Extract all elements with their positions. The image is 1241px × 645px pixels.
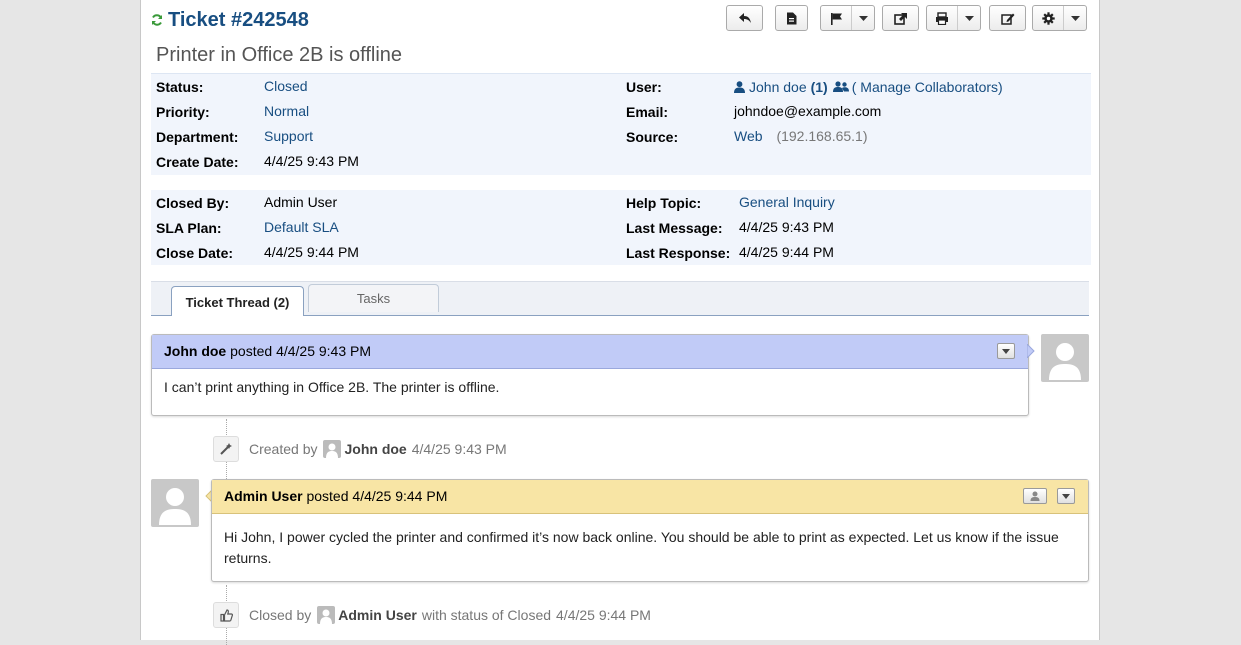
email-value: johndoe@example.com (734, 103, 882, 119)
user-avatar (1041, 334, 1089, 382)
last-response-value: 4/4/25 9:44 PM (739, 244, 834, 260)
closed-by-value: Admin User (264, 194, 338, 210)
title-row: Ticket #242548 (151, 6, 309, 34)
ticket-subject: Printer in Office 2B is offline (156, 44, 403, 66)
event-created-time: 4/4/25 9:43 PM (411, 441, 507, 457)
print-button[interactable] (926, 5, 981, 31)
manage-collaborators-link[interactable]: ( Manage Collaborators) (852, 76, 1003, 98)
caret-down-icon (1002, 349, 1010, 354)
department-label: Department: (156, 129, 239, 145)
last-message-label: Last Message: (626, 220, 723, 236)
magic-wand-icon (213, 436, 239, 462)
thumbs-up-icon (213, 602, 239, 628)
event-closed-who: Admin User (338, 607, 417, 623)
user-icon (1030, 491, 1040, 501)
response-time: 4/4/25 9:44 PM (352, 488, 448, 504)
caret-down-icon (1062, 494, 1070, 499)
message-time: 4/4/25 9:43 PM (276, 343, 372, 359)
email-label: Email: (626, 104, 669, 120)
response-posted: posted (306, 488, 349, 504)
closed-by-label: Closed By: (156, 195, 230, 211)
user-count: (1) (810, 79, 828, 95)
users-icon[interactable] (832, 81, 849, 93)
event-created: Created by John doe 4/4/25 9:43 PM (213, 435, 507, 463)
ticket-info-panel: Status: Closed Priority: Normal Departme… (151, 73, 1091, 175)
caret-down-icon (964, 15, 974, 21)
tab-tasks[interactable]: Tasks (308, 284, 439, 312)
user-link[interactable]: John doe (749, 76, 807, 98)
status-label: Status: (156, 79, 204, 95)
create-date-label: Create Date: (156, 154, 239, 170)
flag-icon (830, 12, 842, 25)
response-author: Admin User (224, 488, 303, 504)
message-options-button[interactable] (997, 343, 1015, 359)
event-closed-suffix: with status of Closed (421, 607, 552, 623)
priority-label: Priority: (156, 104, 210, 120)
last-message-value: 4/4/25 9:43 PM (739, 219, 834, 235)
response-body: Hi John, I power cycled the printer and … (224, 529, 1059, 566)
thread-response: Admin User posted 4/4/25 9:44 PM Hi John… (211, 479, 1089, 582)
event-created-who: John doe (344, 441, 407, 457)
status-value[interactable]: Closed (264, 75, 308, 97)
message-posted: posted (230, 343, 273, 359)
event-created-prefix: Created by (249, 441, 318, 457)
event-closed: Closed by Admin User with status of Clos… (213, 601, 651, 629)
message-header: John doe posted 4/4/25 9:43 PM (152, 335, 1028, 369)
flag-button[interactable] (820, 5, 875, 31)
message-author: John doe (164, 343, 227, 359)
ticket-page: Ticket #242548 Printer in Office 2B is o… (140, 0, 1100, 645)
response-options-button[interactable] (1057, 488, 1075, 504)
priority-value[interactable]: Normal (264, 100, 309, 122)
message-pointer (1027, 344, 1035, 358)
edit-button[interactable] (989, 5, 1026, 31)
admin-avatar (151, 479, 199, 527)
reply-icon (738, 13, 751, 23)
sla-plan-label: SLA Plan: (156, 220, 222, 236)
close-date-value: 4/4/25 9:44 PM (264, 244, 359, 260)
user-field: John doe (1) ( Manage Collaborators) (734, 76, 1003, 98)
event-closed-time: 4/4/25 9:44 PM (556, 607, 651, 623)
ticket-number-link[interactable]: Ticket #242548 (168, 9, 309, 32)
help-topic-label: Help Topic: (626, 195, 702, 211)
note-icon (787, 12, 797, 24)
ticket-tabs: Ticket Thread (2) Tasks (151, 281, 1089, 316)
source-value[interactable]: Web (734, 128, 763, 144)
help-topic-value[interactable]: General Inquiry (739, 191, 835, 213)
message-body: I can’t print anything in Office 2B. The… (164, 379, 500, 395)
caret-down-icon (1070, 15, 1080, 21)
tab-ticket-thread[interactable]: Ticket Thread (2) (171, 286, 304, 316)
ticket-close-panel: Closed By: Admin User SLA Plan: Default … (151, 190, 1091, 265)
refresh-icon[interactable] (151, 14, 163, 26)
more-actions-button[interactable] (1032, 5, 1087, 31)
create-date-value: 4/4/25 9:43 PM (264, 153, 359, 169)
gear-icon (1042, 11, 1055, 25)
share-icon (893, 12, 907, 25)
response-user-button[interactable] (1023, 488, 1047, 504)
department-value[interactable]: Support (264, 125, 313, 147)
source-label: Source: (626, 129, 679, 145)
sla-plan-value[interactable]: Default SLA (264, 216, 339, 238)
transfer-button[interactable] (882, 5, 919, 31)
caret-down-icon (858, 15, 868, 21)
edit-icon (1000, 13, 1014, 25)
thread-message: John doe posted 4/4/25 9:43 PM I can’t p… (151, 334, 1029, 416)
reply-button[interactable] (726, 5, 763, 31)
user-label: User: (626, 79, 662, 95)
admin-mini-avatar (317, 606, 336, 624)
print-icon (936, 11, 949, 25)
user-icon (734, 81, 745, 93)
close-date-label: Close Date: (156, 245, 234, 261)
user-mini-avatar (323, 440, 342, 458)
event-closed-prefix: Closed by (249, 607, 312, 623)
response-header: Admin User posted 4/4/25 9:44 PM (212, 480, 1088, 514)
source-field: Web (192.168.65.1) (734, 125, 868, 147)
last-response-label: Last Response: (626, 245, 731, 261)
post-note-button[interactable] (775, 5, 808, 31)
source-ip: (192.168.65.1) (776, 128, 868, 144)
